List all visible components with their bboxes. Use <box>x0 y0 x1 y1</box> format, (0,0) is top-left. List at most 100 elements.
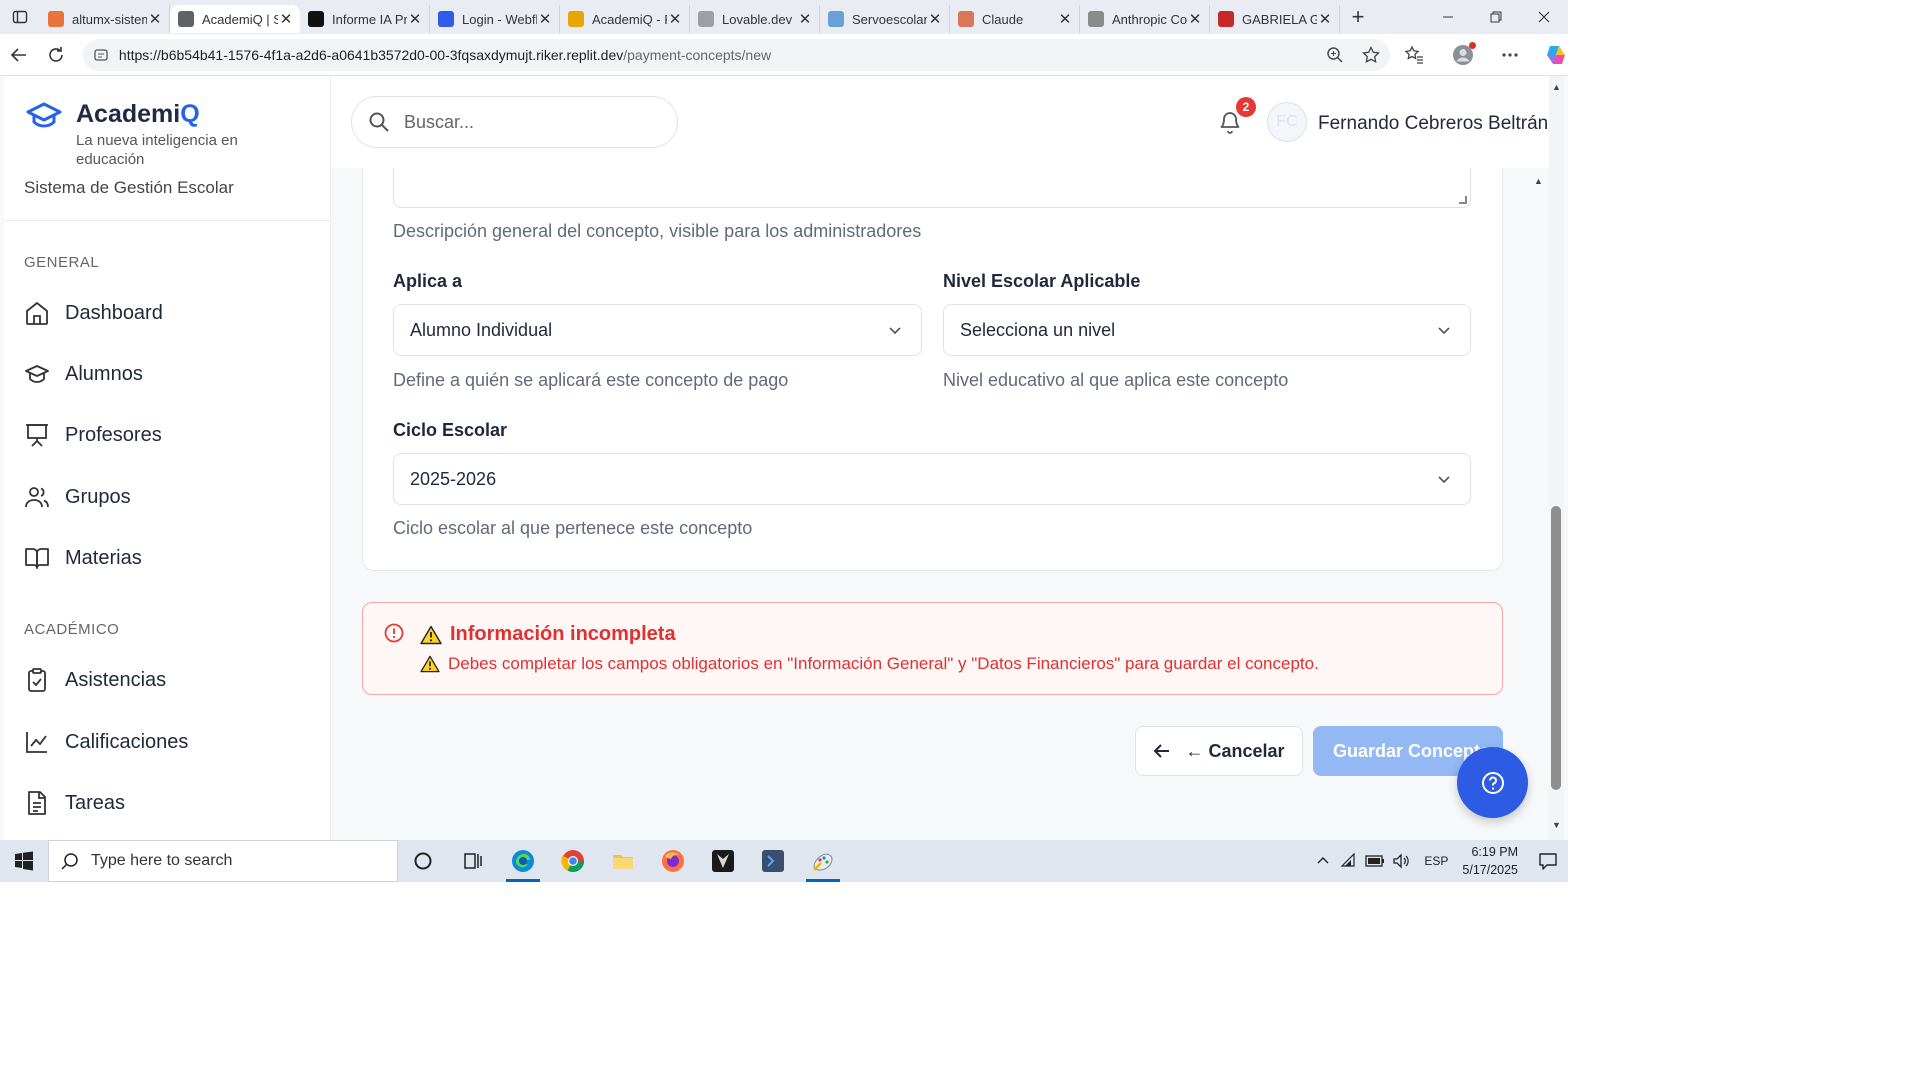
sidebar-item-label: Calificaciones <box>65 730 189 753</box>
browser-tab[interactable]: Lovable.dev ✕ <box>690 5 820 33</box>
chevron-down-icon <box>1438 327 1450 335</box>
battery-button[interactable] <box>1364 840 1386 882</box>
brand[interactable]: AcademiQ La nueva inteligencia en educac… <box>26 100 256 169</box>
taskbar-app-paint[interactable] <box>798 840 848 882</box>
copilot-icon[interactable] <box>1544 43 1568 67</box>
browser-tab[interactable]: Anthropic Cons✕ <box>1080 5 1210 33</box>
close-window-button[interactable] <box>1520 0 1568 34</box>
sidebar-item-tareas[interactable]: Tareas <box>24 785 125 821</box>
user-name[interactable]: Fernando Cebreros Beltrán <box>1318 113 1548 135</box>
browser-tab[interactable]: Login - Webflow✕ <box>430 5 560 33</box>
cancel-button[interactable]: ← Cancelar <box>1135 726 1303 776</box>
tab-close-icon[interactable]: ✕ <box>797 10 813 28</box>
address-bar[interactable]: https://b6b54b41-1576-4f1a-a2d6-a0641b35… <box>82 38 1390 71</box>
tab-title: Anthropic Cons <box>1112 11 1187 27</box>
tab-title: Lovable.dev <box>722 11 793 27</box>
maximize-button[interactable] <box>1472 0 1520 34</box>
brand-name-accent: Q <box>180 100 200 128</box>
sidebar: AcademiQ La nueva inteligencia en educac… <box>4 76 331 840</box>
site-info-icon[interactable] <box>93 47 109 63</box>
tab-close-icon[interactable]: ✕ <box>927 10 943 28</box>
sidebar-item-asistencias[interactable]: Asistencias <box>24 662 166 698</box>
browser-tab[interactable]: AcademiQ - Re✕ <box>560 5 690 33</box>
start-button[interactable] <box>0 840 48 882</box>
volume-button[interactable] <box>1390 840 1412 882</box>
help-button[interactable] <box>1457 747 1528 818</box>
browser-tab-bar: altumx-sistema✕AcademiQ | S✕Informe IA P… <box>0 0 1568 34</box>
taskbar-app-chrome[interactable] <box>548 840 598 882</box>
favorites-icon[interactable] <box>1404 44 1424 65</box>
profile-alert-dot <box>1469 41 1476 49</box>
address-bar-row: https://b6b54b41-1576-4f1a-a2d6-a0641b35… <box>0 34 1568 76</box>
taskbar-app-explorer[interactable] <box>598 840 648 882</box>
browser-tab[interactable]: Claude ✕ <box>950 5 1080 33</box>
taskbar-app-firefox[interactable] <box>648 840 698 882</box>
tab-close-icon[interactable]: ✕ <box>278 10 294 28</box>
tab-favicon-icon <box>568 11 584 27</box>
tab-close-icon[interactable]: ✕ <box>407 10 423 28</box>
new-tab-button[interactable]: + <box>1340 4 1376 30</box>
browser-tab[interactable]: Informe IA Pro ✕ <box>300 5 430 33</box>
network-button[interactable] <box>1338 840 1360 882</box>
sidebar-item-profesores[interactable]: Profesores <box>24 417 162 453</box>
input-language[interactable]: ESP <box>1424 854 1448 868</box>
tab-close-icon[interactable]: ✕ <box>1187 10 1203 28</box>
taskbar-app-predator[interactable] <box>698 840 748 882</box>
scroll-thumb[interactable] <box>1551 506 1561 790</box>
tab-close-icon[interactable]: ✕ <box>1057 10 1073 28</box>
tab-favicon-icon <box>828 11 844 27</box>
school-level-select[interactable]: Selecciona un nivel <box>943 304 1471 356</box>
browser-tab[interactable]: altumx-sistema✕ <box>40 5 170 33</box>
reload-button[interactable] <box>37 36 74 74</box>
sidebar-item-calificaciones[interactable]: Calificaciones <box>24 724 188 760</box>
task-view-button-2[interactable] <box>448 840 498 882</box>
back-button[interactable] <box>0 36 37 74</box>
sidebar-item-dashboard[interactable]: Dashboard <box>24 295 163 331</box>
minimize-button[interactable] <box>1424 0 1472 34</box>
browser-tab[interactable]: AcademiQ | S ✕ <box>170 5 300 33</box>
sidebar-item-grupos[interactable]: Grupos <box>24 479 131 515</box>
window-controls <box>1424 0 1568 34</box>
arrow-left-icon <box>1154 744 1170 758</box>
browser-tab[interactable]: Servoescolar ✕ <box>820 5 950 33</box>
star-icon[interactable] <box>1362 45 1380 64</box>
sidebar-item-alumnos[interactable]: Alumnos <box>24 356 143 392</box>
browser-tab[interactable]: GABRIELA G ✕ <box>1210 5 1340 33</box>
search-box[interactable] <box>351 96 678 148</box>
show-hidden-icons-button[interactable] <box>1312 840 1334 882</box>
clock[interactable]: 6:19 PM 5/17/2025 <box>1462 843 1518 879</box>
taskbar-app-edge[interactable] <box>498 840 548 882</box>
sidebar-item-label: Materias <box>65 546 142 569</box>
school-cycle-select[interactable]: 2025-2026 <box>393 453 1471 505</box>
sidebar-item-label: Grupos <box>65 485 131 508</box>
alert-circle-icon <box>384 623 404 643</box>
more-options-icon[interactable] <box>1500 45 1520 65</box>
page-scrollbar[interactable]: ▲ ▼ <box>1549 76 1564 840</box>
scroll-down-arrow[interactable]: ▼ <box>1552 820 1561 830</box>
search-input[interactable] <box>404 111 644 133</box>
taskbar-search[interactable]: Type here to search <box>48 840 398 882</box>
scroll-up-arrow[interactable]: ▲ <box>1552 82 1561 92</box>
zoom-icon[interactable] <box>1326 46 1344 64</box>
tab-favicon-icon <box>958 11 974 27</box>
profile-button[interactable] <box>1452 41 1476 66</box>
tab-close-icon[interactable]: ✕ <box>667 10 683 28</box>
search-icon <box>61 853 78 870</box>
taskbar-app-powershell[interactable] <box>748 840 798 882</box>
tab-close-icon[interactable]: ✕ <box>537 10 553 28</box>
tab-actions-button[interactable] <box>0 0 40 34</box>
tab-close-icon[interactable]: ✕ <box>147 10 163 28</box>
action-center-button[interactable] <box>1528 840 1568 882</box>
clock-date: 5/17/2025 <box>1462 863 1518 877</box>
task-view-button[interactable] <box>398 840 448 882</box>
sidebar-item-materias[interactable]: Materias <box>24 540 142 576</box>
applies-to-select[interactable]: Alumno Individual <box>393 304 922 356</box>
chrome-icon <box>561 850 584 872</box>
resize-handle[interactable] <box>1459 196 1467 204</box>
reload-icon <box>49 46 63 62</box>
inner-scroll-up-arrow[interactable]: ▲ <box>1534 176 1543 186</box>
avatar[interactable]: FC <box>1267 102 1307 142</box>
top-header: 2 FC Fernando Cebreros Beltrán <box>331 76 1549 168</box>
address-bar-icons <box>1326 45 1380 64</box>
tab-close-icon[interactable]: ✕ <box>1317 10 1333 28</box>
